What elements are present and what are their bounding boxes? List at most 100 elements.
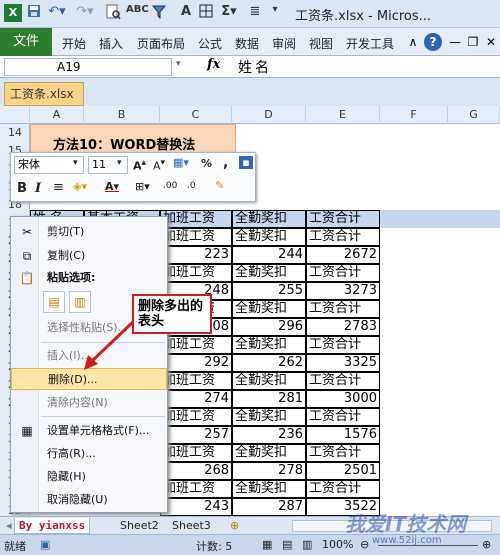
doc-restore-icon[interactable]: ❐	[464, 33, 482, 51]
menu-item-unhide[interactable]: 取消隐藏(U)	[11, 489, 167, 511]
minimize-ribbon-icon[interactable]: ∧	[404, 33, 422, 51]
table-header-cell[interactable]: 全勤奖扣	[232, 300, 306, 318]
column-header-e[interactable]: E	[306, 106, 380, 124]
formula-input[interactable]: 姓名	[238, 57, 272, 77]
doc-close-icon[interactable]: ✕	[482, 33, 500, 51]
tab-home[interactable]: 开始	[62, 35, 86, 52]
save-icon[interactable]	[26, 4, 42, 22]
sheet-tab-3[interactable]: Sheet3	[168, 518, 215, 534]
sheet-tab-2[interactable]: Sheet2	[116, 518, 163, 534]
table-value-cell[interactable]: 292	[160, 354, 232, 372]
column-header-f[interactable]: F	[380, 106, 448, 124]
table-header-cell[interactable]: 工资合计	[306, 408, 380, 426]
table-header-cell[interactable]: 加班工资	[160, 264, 232, 282]
fill-color-icon[interactable]: ◈▾	[73, 180, 87, 193]
table-value-cell[interactable]: 281	[232, 390, 306, 408]
menu-item-clear-contents[interactable]: 清除内容(N)	[11, 392, 167, 414]
menu-item-cut[interactable]: ✂ 剪切(T)	[11, 221, 167, 243]
print-preview-icon[interactable]	[104, 4, 122, 22]
help-icon[interactable]: ?	[424, 33, 442, 51]
table-header-cell[interactable]: 加班工资	[160, 336, 232, 354]
table-value-cell[interactable]: 236	[232, 426, 306, 444]
font-color-mini-icon[interactable]: A▾	[105, 180, 119, 193]
grow-font-icon[interactable]: A▴	[133, 157, 146, 173]
table-header-cell[interactable]: 全勤奖扣	[232, 372, 306, 390]
table-value-cell[interactable]: 3000	[306, 390, 380, 408]
table-value-cell[interactable]: 268	[160, 462, 232, 480]
page-break-view-icon[interactable]: ▥	[302, 538, 312, 551]
tab-developer[interactable]: 开发工具	[346, 35, 394, 52]
table-header-cell[interactable]: 工资合计	[306, 480, 380, 498]
table-header-cell[interactable]: 加班工资	[160, 408, 232, 426]
zoom-out-icon[interactable]: ⊖	[360, 538, 369, 551]
font-size-box[interactable]: 11	[88, 156, 128, 174]
table-value-cell[interactable]: 296	[232, 318, 306, 336]
table-value-cell[interactable]: 255	[232, 282, 306, 300]
table-header-cell[interactable]: 全勤奖扣	[232, 228, 306, 246]
table-header-cell[interactable]: 加班工资	[160, 228, 232, 246]
tab-file[interactable]: 文件	[0, 28, 52, 56]
header-cell-attendance[interactable]: 全勤奖扣	[232, 210, 306, 228]
page-layout-view-icon[interactable]: ▤	[282, 538, 292, 551]
borders-icon[interactable]	[198, 4, 214, 22]
currency-icon[interactable]: ▦▾	[173, 156, 189, 169]
zoom-in-icon[interactable]: ⊕	[482, 538, 491, 551]
filter-icon[interactable]	[150, 4, 172, 22]
increase-decimal-icon[interactable]: .00	[163, 181, 177, 191]
name-box[interactable]: A19	[4, 58, 172, 76]
column-header-a[interactable]: A	[30, 106, 84, 124]
table-value-cell[interactable]: 3325	[306, 354, 380, 372]
table-value-cell[interactable]: 2501	[306, 462, 380, 480]
menu-item-row-height[interactable]: 行高(R)...	[11, 443, 167, 465]
table-header-cell[interactable]: 加班工资	[160, 372, 232, 390]
font-dropdown-icon[interactable]: ▾	[73, 158, 78, 168]
table-header-cell[interactable]: 工资合计	[306, 264, 380, 282]
center-align-icon[interactable]: ≡	[53, 180, 64, 195]
table-header-cell[interactable]: 加班工资	[160, 444, 232, 462]
table-value-cell[interactable]: 274	[160, 390, 232, 408]
name-box-dropdown-icon[interactable]: ▾	[176, 59, 181, 69]
insert-sheet-icon[interactable]: ⊕	[226, 518, 243, 534]
percent-icon[interactable]: %	[201, 157, 212, 170]
row-header[interactable]: 14	[0, 124, 30, 142]
table-value-cell[interactable]: 223	[160, 246, 232, 264]
menu-item-hide[interactable]: 隐藏(H)	[11, 466, 167, 488]
tab-page-layout[interactable]: 页面布局	[137, 35, 185, 52]
tab-view[interactable]: 视图	[309, 35, 333, 52]
autosum-icon[interactable]: Σ▾	[218, 4, 240, 22]
header-cell-overtime[interactable]: 加班工资	[160, 210, 232, 228]
font-color-icon[interactable]: A	[178, 4, 194, 22]
table-value-cell[interactable]: 3273	[306, 282, 380, 300]
table-header-cell[interactable]: 工资合计	[306, 372, 380, 390]
column-header-d[interactable]: D	[232, 106, 306, 124]
table-value-cell[interactable]: 243	[160, 498, 232, 516]
menu-item-copy[interactable]: ⧉ 复制(C)	[11, 245, 167, 267]
table-header-cell[interactable]: 全勤奖扣	[232, 408, 306, 426]
header-cell-total[interactable]: 工资合计	[306, 210, 380, 228]
table-header-cell[interactable]: 工资合计	[306, 228, 380, 246]
table-value-cell[interactable]: 287	[232, 498, 306, 516]
paste-option-default-icon[interactable]: ▤	[43, 291, 65, 313]
table-value-cell[interactable]: 278	[232, 462, 306, 480]
table-header-cell[interactable]: 工资合计	[306, 444, 380, 462]
table-header-cell[interactable]: 全勤奖扣	[232, 336, 306, 354]
table-header-cell[interactable]: 全勤奖扣	[232, 444, 306, 462]
tab-review[interactable]: 审阅	[272, 35, 296, 52]
table-value-cell[interactable]: 2783	[306, 318, 380, 336]
spellcheck-icon[interactable]: ABC	[126, 4, 149, 22]
format-painter-icon[interactable]: ✎	[215, 179, 224, 192]
table-header-cell[interactable]: 工资合计	[306, 300, 380, 318]
tab-data[interactable]: 数据	[235, 35, 259, 52]
decrease-decimal-icon[interactable]: .0	[187, 181, 196, 191]
size-dropdown-icon[interactable]: ▾	[117, 158, 122, 168]
column-header-g[interactable]: G	[448, 106, 500, 124]
fx-icon[interactable]: fx	[207, 57, 220, 72]
status-zoom[interactable]: 100%	[322, 538, 353, 551]
customize-quick-access-icon[interactable]: ▾	[268, 4, 282, 22]
undo-icon[interactable]: ↶▾	[46, 4, 68, 22]
table-value-cell[interactable]: 262	[232, 354, 306, 372]
normal-view-icon[interactable]: ▦	[262, 538, 272, 551]
format-painter-blue-icon[interactable]: ▪	[239, 156, 253, 169]
bold-icon[interactable]: B	[17, 181, 27, 196]
table-value-cell[interactable]: 244	[232, 246, 306, 264]
